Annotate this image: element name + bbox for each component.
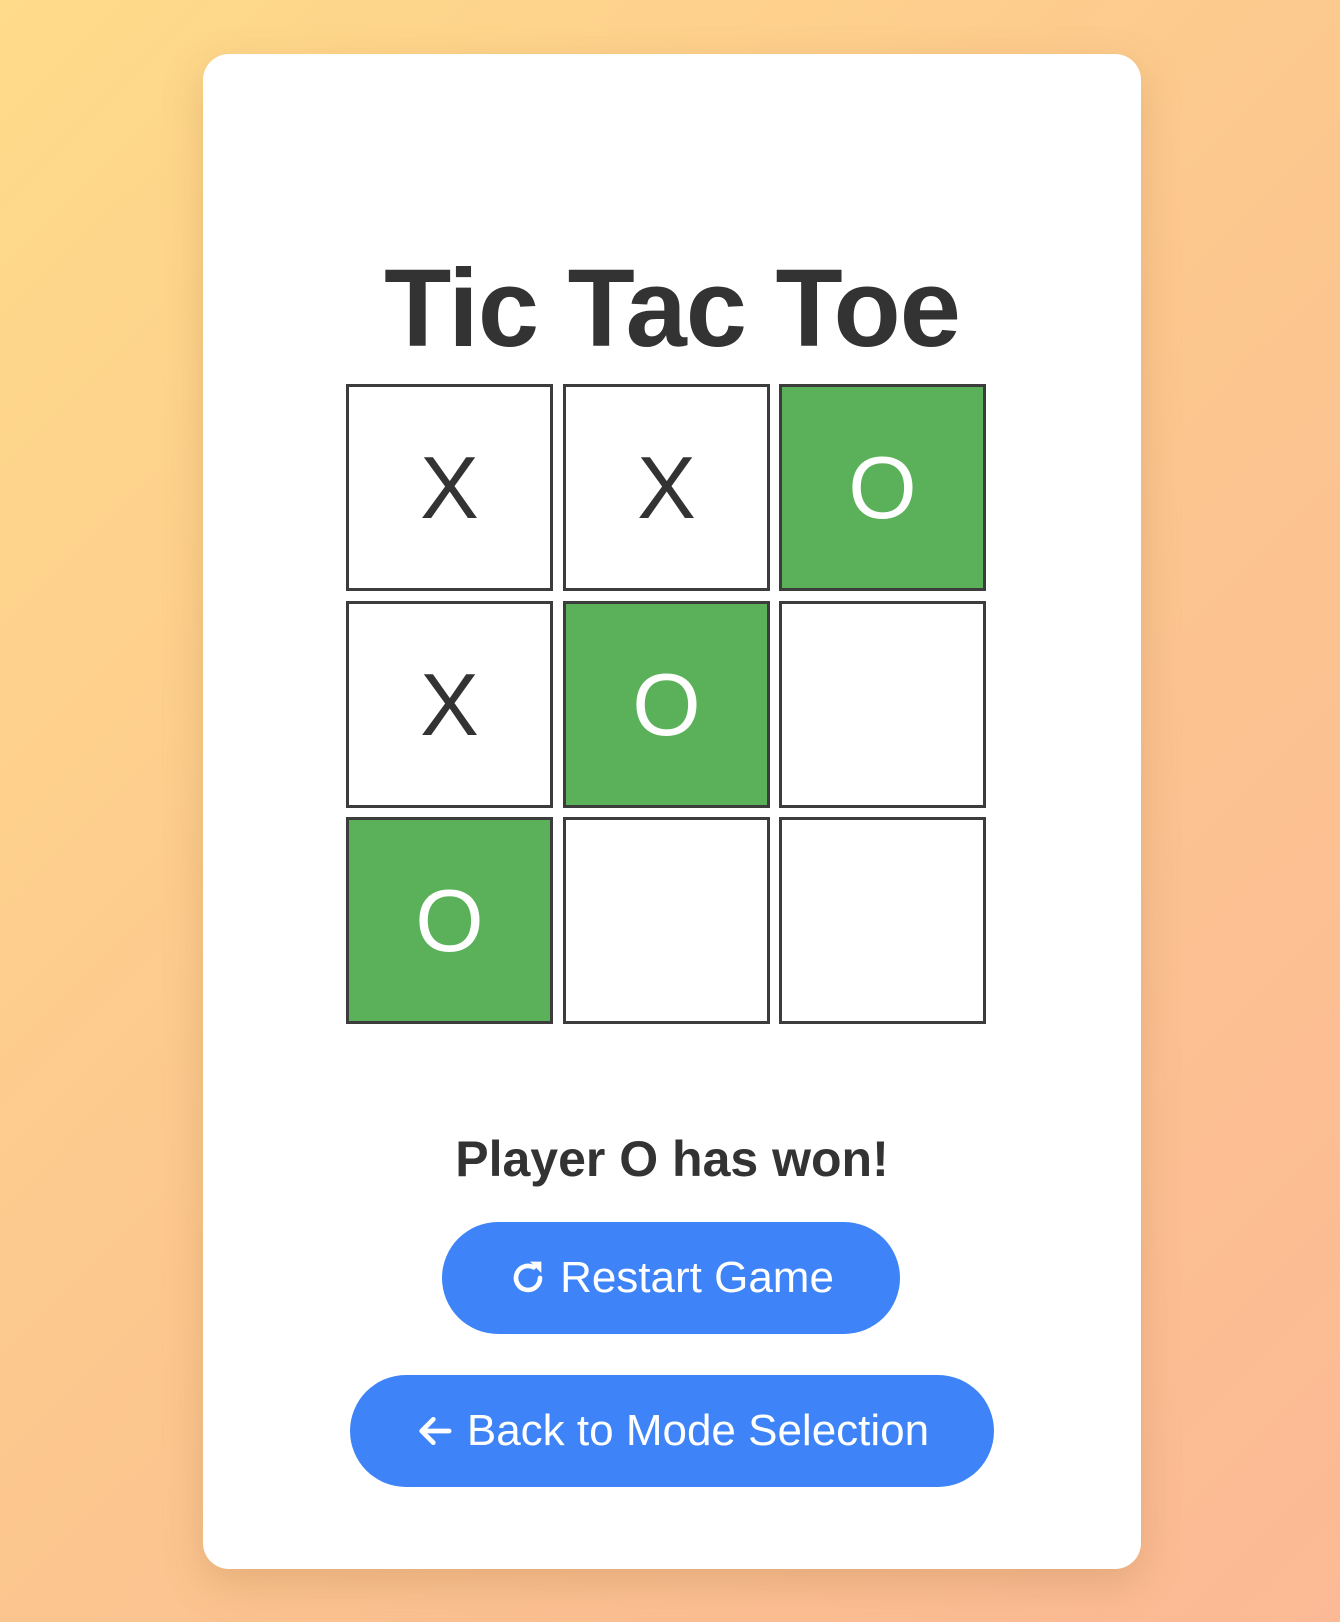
restart-game-label: Restart Game [560, 1253, 834, 1302]
board-cell-8[interactable] [563, 817, 770, 1024]
board-cell-7[interactable]: O [346, 817, 553, 1024]
game-status: Player O has won! [455, 1131, 889, 1187]
board-cell-3[interactable]: O [779, 384, 986, 591]
board-cell-5[interactable]: O [563, 601, 770, 808]
restart-game-button[interactable]: Restart Game [442, 1222, 900, 1334]
rotate-right-icon [508, 1258, 548, 1298]
board-cell-4[interactable]: X [346, 601, 553, 808]
board-cell-6[interactable] [779, 601, 986, 808]
back-to-mode-selection-button[interactable]: Back to Mode Selection [350, 1375, 994, 1487]
board-cell-9[interactable] [779, 817, 986, 1024]
board-cell-2[interactable]: X [563, 384, 770, 591]
board-cell-1[interactable]: X [346, 384, 553, 591]
game-board: X X O X O O [346, 384, 1008, 1046]
game-card: Tic Tac Toe X X O X O O Player O has won… [203, 54, 1141, 1569]
arrow-left-icon [415, 1411, 455, 1451]
page-title: Tic Tac Toe [384, 247, 961, 370]
back-to-mode-selection-label: Back to Mode Selection [466, 1406, 930, 1455]
